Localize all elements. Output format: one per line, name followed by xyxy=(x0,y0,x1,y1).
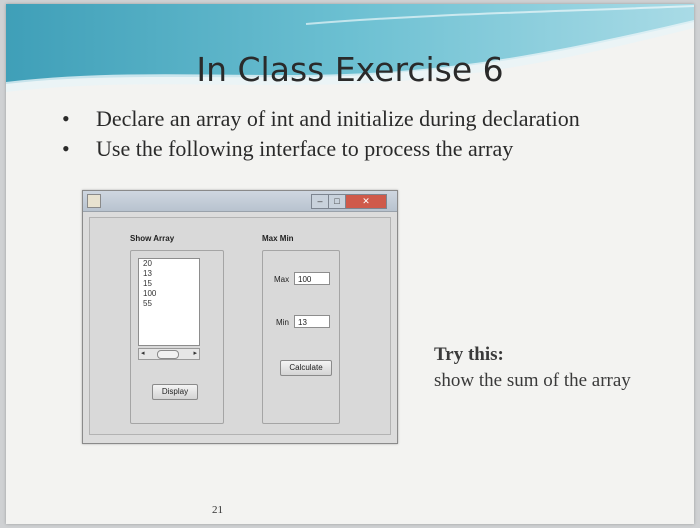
display-button[interactable]: Display xyxy=(152,384,198,400)
min-label: Min xyxy=(276,318,289,327)
max-field[interactable]: 100 xyxy=(294,272,330,285)
app-window-screenshot: – □ ✕ Show Array 20 13 15 100 55 ◂ ▸ Dis… xyxy=(82,190,398,444)
list-item[interactable]: 15 xyxy=(139,279,199,289)
window-titlebar: – □ ✕ xyxy=(83,191,397,212)
min-field[interactable]: 13 xyxy=(294,315,330,328)
max-min-label: Max Min xyxy=(262,234,294,243)
scroll-left-icon[interactable]: ◂ xyxy=(141,349,145,359)
max-label: Max xyxy=(274,275,290,284)
bullet-list: Declare an array of int and initialize d… xyxy=(62,104,580,164)
listbox-horizontal-scrollbar[interactable]: ◂ ▸ xyxy=(138,348,200,360)
slide: In Class Exercise 6 Declare an array of … xyxy=(6,4,694,524)
list-item[interactable]: 55 xyxy=(139,299,199,309)
bullet-item: Use the following interface to process t… xyxy=(62,134,580,164)
list-item[interactable]: 13 xyxy=(139,269,199,279)
try-this-heading: Try this: xyxy=(434,344,504,365)
show-array-label: Show Array xyxy=(130,234,175,243)
close-button[interactable]: ✕ xyxy=(345,194,387,209)
list-item[interactable]: 100 xyxy=(139,289,199,299)
list-item[interactable]: 20 xyxy=(139,259,199,269)
try-this-text: show the sum of the array xyxy=(434,370,631,391)
bullet-item: Declare an array of int and initialize d… xyxy=(62,104,580,134)
array-listbox[interactable]: 20 13 15 100 55 xyxy=(138,258,200,346)
minimize-button[interactable]: – xyxy=(311,194,329,209)
maximize-button[interactable]: □ xyxy=(328,194,346,209)
page-number: 21 xyxy=(212,504,223,516)
calculate-button[interactable]: Calculate xyxy=(280,360,332,376)
app-icon xyxy=(87,194,101,208)
slide-title: In Class Exercise 6 xyxy=(196,50,504,89)
scroll-right-icon[interactable]: ▸ xyxy=(193,349,197,359)
window-client-area: Show Array 20 13 15 100 55 ◂ ▸ Display M… xyxy=(89,217,391,435)
scrollbar-thumb[interactable] xyxy=(157,350,179,359)
